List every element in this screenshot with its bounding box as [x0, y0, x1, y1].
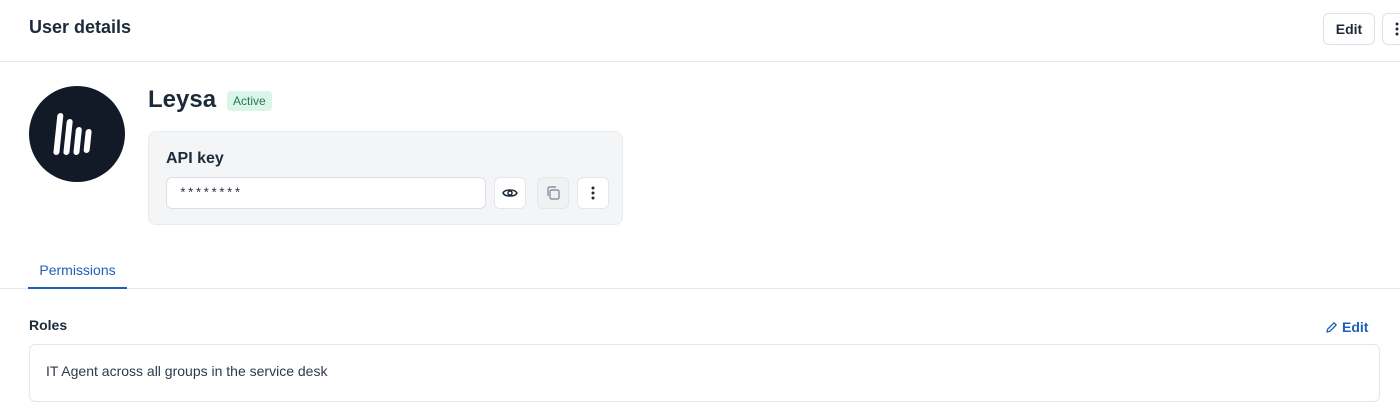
- user-name: Leysa: [148, 86, 217, 113]
- logo-bars-icon: [53, 113, 92, 155]
- role-description: IT Agent across all groups in the servic…: [46, 363, 328, 379]
- api-key-more-button[interactable]: [577, 177, 609, 209]
- page-title: User details: [29, 17, 132, 37]
- more-vertical-icon: [591, 186, 595, 200]
- avatar: [29, 86, 125, 182]
- api-key-label: API key: [166, 150, 224, 167]
- pencil-icon: [1326, 321, 1337, 333]
- show-api-key-button[interactable]: [494, 177, 526, 209]
- edit-roles-button[interactable]: Edit: [1325, 319, 1368, 335]
- tab-bar: Permissions: [0, 252, 1400, 289]
- roles-list: IT Agent across all groups in the servic…: [29, 344, 1380, 402]
- edit-user-button[interactable]: Edit: [1323, 13, 1375, 45]
- tab-permissions[interactable]: Permissions: [28, 252, 127, 289]
- eye-icon: [502, 189, 518, 197]
- status-badge: Active: [227, 91, 272, 111]
- user-details-page: User details Edit Leysa Active API key *…: [0, 0, 1400, 420]
- api-key-panel: API key: [148, 131, 623, 225]
- header-more-button[interactable]: [1382, 13, 1400, 45]
- edit-roles-label: Edit: [1342, 319, 1369, 335]
- copy-api-key-button[interactable]: [537, 177, 569, 209]
- copy-icon: [547, 186, 560, 200]
- page-header: User details Edit: [0, 0, 1400, 62]
- api-key-field[interactable]: [166, 177, 486, 209]
- more-vertical-icon: [1395, 22, 1399, 36]
- roles-heading: Roles: [29, 317, 68, 333]
